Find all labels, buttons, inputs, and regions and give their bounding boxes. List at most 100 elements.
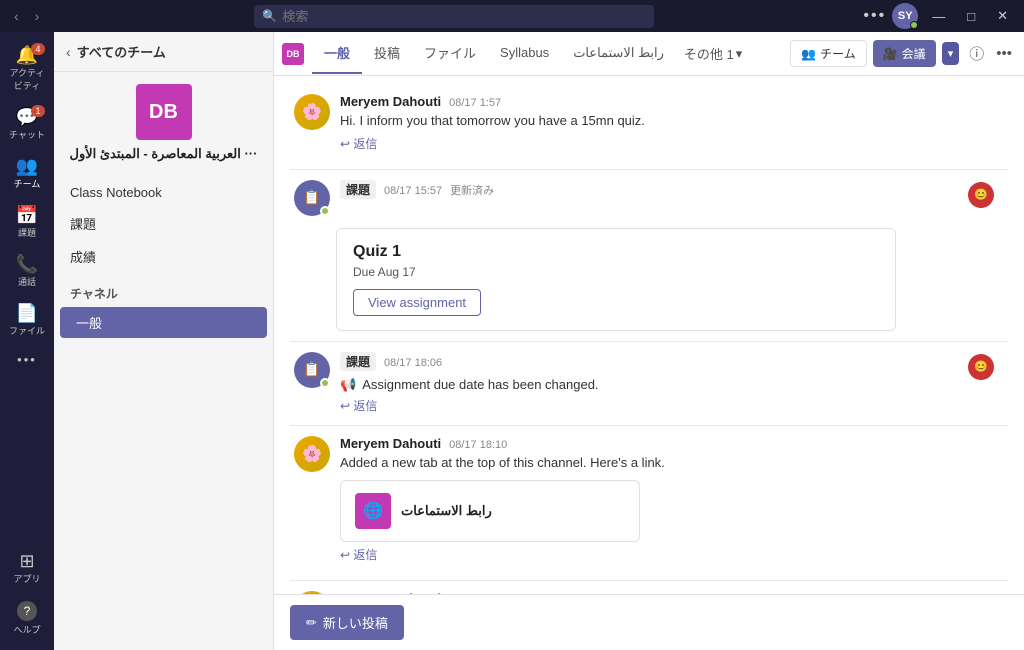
sender-name-4: Meryem Dahouti	[340, 436, 441, 451]
back-to-teams-button[interactable]: ‹	[66, 44, 71, 60]
tab-syllabus[interactable]: Syllabus	[488, 35, 561, 72]
forward-button[interactable]: ›	[29, 6, 46, 26]
sidebar-header: ‹ すべてのチーム	[54, 32, 273, 72]
message-body: Meryem Dahouti 08/17 1:57 Hi. I inform y…	[340, 94, 1004, 153]
main-content: DB 一般 投稿 ファイル Syllabus رابط الاستماعات そ…	[274, 32, 1024, 650]
tab-more[interactable]: その他 1 ▾	[676, 34, 750, 73]
rail-item-help[interactable]: ? ヘルプ	[3, 595, 51, 642]
rail-item-files[interactable]: 📄 ファイル	[3, 298, 51, 343]
assignment-time: 08/17 15:57	[384, 185, 442, 197]
app-body: 🔔 4 アクティビティ 💬 1 チャット 👥 チーム 📅 課題 📞 通話 📄 フ…	[0, 32, 1024, 650]
channels-label: チャネル	[54, 277, 273, 306]
tab-bar-icons: ⓘ •••	[965, 39, 1016, 68]
calls-icon: 📞	[16, 255, 38, 273]
megaphone-icon: 📢	[340, 377, 356, 393]
reaction-badge-2[interactable]: 😊	[968, 354, 994, 380]
rail-item-calls[interactable]: 📞 通話	[3, 249, 51, 294]
assignment-card: Quiz 1 Due Aug 17 View assignment	[336, 228, 896, 331]
meet-button[interactable]: 🎥 会議	[873, 40, 936, 67]
message-text-4: Added a new tab at the top of this chann…	[340, 453, 1004, 473]
messages-area: 🌸 Meryem Dahouti 08/17 1:57 Hi. I inform…	[274, 76, 1024, 594]
sidebar-channel-general[interactable]: 一般	[60, 307, 267, 338]
tab-bar: DB 一般 投稿 ファイル Syllabus رابط الاستماعات そ…	[274, 32, 1024, 76]
link-title: رابط الاستماعات	[401, 503, 492, 519]
rail-item-chat[interactable]: 💬 1 チャット	[3, 102, 51, 147]
channel-avatar: DB	[282, 43, 304, 65]
message-group-link: 🌸 Meryem Dahouti 08/17 18:10 Added a new…	[290, 430, 1008, 571]
minimize-button[interactable]: —	[924, 7, 953, 26]
avatar-meryem-1: 🌸	[294, 94, 330, 130]
sidebar-item-assignments[interactable]: 課題	[54, 207, 273, 240]
message-body-link: Meryem Dahouti 08/17 18:10 Added a new t…	[340, 436, 1004, 565]
reaction-badge-1[interactable]: 😊	[968, 182, 994, 208]
tab-bar-right: 👥 チーム 🎥 会議 ▾ ⓘ •••	[790, 39, 1016, 68]
team-name: العربية المعاصرة - المبتدئ الأول ···	[54, 146, 273, 174]
search-area: 🔍	[254, 5, 654, 28]
rail-item-assignments[interactable]: 📅 課題	[3, 200, 51, 245]
teams-icon: 👥	[16, 157, 38, 175]
meet-caret-button[interactable]: ▾	[942, 42, 960, 65]
search-icon: 🔍	[262, 9, 277, 23]
view-assignment-button[interactable]: View assignment	[353, 289, 481, 316]
nav-buttons: ‹ ›	[8, 6, 45, 26]
sidebar: ‹ すべてのチーム DB العربية المعاصرة - المبتدئ …	[54, 32, 274, 650]
assignment-row: 📋 課題 08/17 15:57 更新済み	[290, 174, 1008, 222]
link-card[interactable]: 🌐 رابط الاستماعات	[340, 480, 640, 542]
system-text: 📢 Assignment due date has been changed.	[340, 377, 1004, 393]
help-icon: ?	[17, 601, 37, 621]
avatar[interactable]: SY	[892, 3, 918, 29]
message-header-link: Meryem Dahouti 08/17 18:10	[340, 436, 1004, 451]
chevron-down-icon: ▾	[736, 46, 743, 62]
rail-item-teams[interactable]: 👥 チーム	[3, 151, 51, 196]
system-message-wrapper: 📋 課題 08/17 18:06 📢 Assignment due date h…	[290, 346, 1008, 421]
reply-button[interactable]: ↩ 返信	[340, 135, 377, 152]
assignment-title: Quiz 1	[353, 243, 879, 261]
team-avatar: DB	[136, 84, 192, 140]
compose-icon: ✏	[306, 615, 317, 631]
rail-item-more[interactable]: •••	[3, 347, 51, 372]
close-button[interactable]: ✕	[989, 6, 1016, 26]
tab-files[interactable]: ファイル	[412, 33, 488, 74]
sender-name: Meryem Dahouti	[340, 94, 441, 109]
system-presence-dot	[320, 378, 330, 388]
video-icon: 🎥	[883, 47, 898, 61]
sidebar-nav: Class Notebook 課題 成績	[54, 174, 273, 277]
presence-dot	[320, 206, 330, 216]
title-bar-right: ••• SY — □ ✕	[863, 3, 1016, 29]
system-message-row: 📋 課題 08/17 18:06 📢 Assignment due date h…	[290, 346, 1008, 421]
message-time: 08/17 1:57	[449, 97, 501, 109]
assignment-due: Due Aug 17	[353, 265, 879, 279]
options-button[interactable]: •••	[992, 41, 1016, 66]
system-reply-button[interactable]: ↩ 返信	[340, 397, 377, 414]
message-header: Meryem Dahouti 08/17 1:57	[340, 94, 1004, 109]
team-icon: 👥	[801, 47, 816, 61]
message-text: Hi. I inform you that tomorrow you have …	[340, 111, 1004, 131]
link-reply-button[interactable]: ↩ 返信	[340, 546, 377, 563]
title-bar: ‹ › 🔍 ••• SY — □ ✕	[0, 0, 1024, 32]
files-icon: 📄	[16, 304, 38, 322]
tab-listening[interactable]: رابط الاستماعات	[561, 35, 676, 73]
tab-general[interactable]: 一般	[312, 33, 362, 74]
back-button[interactable]: ‹	[8, 6, 25, 26]
system-body: 課題 08/17 18:06 📢 Assignment due date has…	[340, 352, 1004, 415]
message-time-4: 08/17 18:10	[449, 439, 507, 451]
assignment-header: 課題 08/17 15:57 更新済み	[340, 180, 1004, 199]
system-header: 課題 08/17 18:06	[340, 352, 1004, 371]
maximize-button[interactable]: □	[959, 7, 983, 26]
tab-posts[interactable]: 投稿	[362, 33, 412, 74]
rail-item-apps[interactable]: ⊞ アプリ	[3, 546, 51, 591]
rail-item-activity[interactable]: 🔔 4 アクティビティ	[3, 40, 51, 98]
team-button[interactable]: 👥 チーム	[790, 40, 867, 67]
assignment-tag: 課題	[340, 180, 376, 199]
search-input[interactable]	[254, 5, 654, 28]
link-icon: 🌐	[355, 493, 391, 529]
icon-rail: 🔔 4 アクティビティ 💬 1 チャット 👥 チーム 📅 課題 📞 通話 📄 フ…	[0, 32, 54, 650]
sidebar-item-notebook[interactable]: Class Notebook	[54, 178, 273, 207]
info-button[interactable]: ⓘ	[965, 39, 988, 68]
avatar-meryem-4: 🌸	[294, 436, 330, 472]
new-post-button[interactable]: ✏ 新しい投稿	[290, 605, 404, 640]
more-options-button[interactable]: •••	[863, 7, 886, 25]
sidebar-item-grades[interactable]: 成績	[54, 240, 273, 273]
system-time: 08/17 18:06	[384, 357, 442, 369]
message-group: 🌸 Meryem Dahouti 08/17 1:57 Hi. I inform…	[290, 88, 1008, 159]
